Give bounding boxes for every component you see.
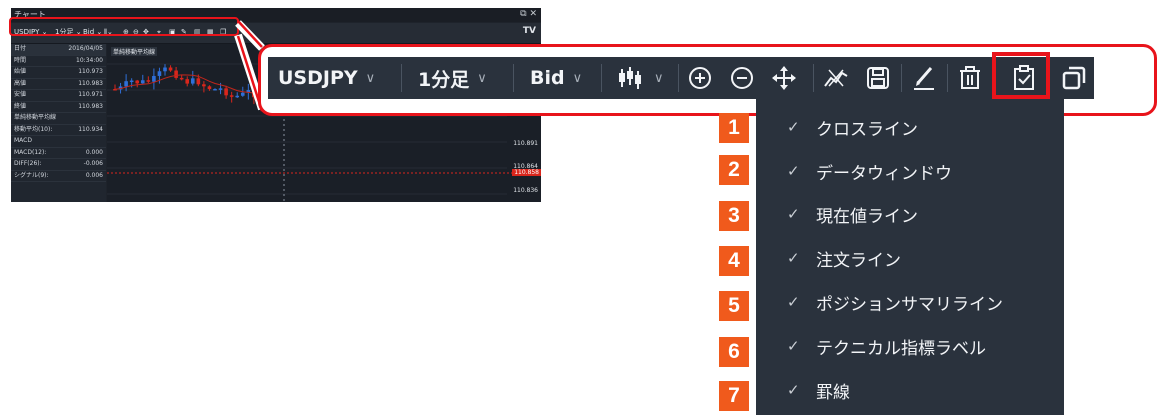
display-options-menu: ✓ クロスライン ✓ データウィンドウ ✓ 現在値ライン ✓ 注文ライン ✓ ポジションサマリライ… <box>756 99 1064 415</box>
number-badge: 5 <box>719 291 749 321</box>
menu-item[interactable]: ✓ 罫線 <box>756 368 1064 412</box>
checkmark-icon: ✓ <box>787 381 800 399</box>
candlestick-icon <box>619 67 641 89</box>
save-icon[interactable] <box>862 57 894 99</box>
number-badge: 2 <box>719 155 749 185</box>
menu-item[interactable]: ✓ データウィンドウ <box>756 149 1064 193</box>
chevron-down-icon: ∨ <box>572 70 583 86</box>
menu-item-label: ポジションサマリライン <box>816 294 1003 315</box>
pencil-icon[interactable] <box>908 57 940 99</box>
menu-item-label: 現在値ライン <box>816 206 918 227</box>
menu-item[interactable]: ✓ テクニカル指標ラベル <box>756 324 1064 368</box>
menu-item[interactable]: ✓ ポジションサマリライン <box>756 280 1064 324</box>
checkmark-icon: ✓ <box>787 249 800 267</box>
menu-item[interactable]: ✓ 注文ライン <box>756 236 1064 280</box>
zoom-in-icon[interactable] <box>684 57 716 99</box>
menu-item-label: 罫線 <box>816 382 850 403</box>
number-badge: 7 <box>719 381 749 411</box>
number-badge: 4 <box>719 246 749 276</box>
chevron-down-icon: ∨ <box>477 70 487 86</box>
number-badge: 3 <box>719 201 749 231</box>
menu-item-label: テクニカル指標ラベル <box>816 338 986 359</box>
timeframe-select[interactable]: 1分足 ∨ <box>418 57 487 99</box>
trash-icon[interactable] <box>954 57 986 99</box>
checkmark-icon: ✓ <box>787 118 800 136</box>
copy-icon[interactable] <box>1058 57 1090 99</box>
checkmark-icon: ✓ <box>787 293 800 311</box>
checkmark-icon: ✓ <box>787 162 800 180</box>
menu-item-label: 注文ライン <box>816 250 901 271</box>
number-badge: 1 <box>719 113 749 143</box>
menu-item-label: データウィンドウ <box>816 163 952 184</box>
symbol-select[interactable]: USDJPY ∨ <box>278 57 375 99</box>
chevron-down-icon: ∨ <box>365 70 376 86</box>
menu-item[interactable]: ✓ 現在値ライン <box>756 192 1064 236</box>
chart-toolbar: USDJPY ∨ 1分足 ∨ Bid ∨ ∨ <box>268 57 1094 99</box>
checkmark-icon: ✓ <box>787 337 800 355</box>
active-tool-highlight <box>992 52 1050 99</box>
menu-item[interactable]: ✓ クロスライン <box>756 105 1064 149</box>
number-badge: 6 <box>719 337 749 367</box>
crosshair-icon[interactable] <box>820 57 852 99</box>
move-icon[interactable] <box>768 57 800 99</box>
menu-item-label: クロスライン <box>816 119 918 140</box>
zoom-out-icon[interactable] <box>726 57 758 99</box>
price-type-select[interactable]: Bid ∨ <box>530 57 582 99</box>
chart-type-select[interactable]: ∨ <box>618 57 664 99</box>
chevron-down-icon: ∨ <box>654 70 664 86</box>
checkmark-icon: ✓ <box>787 205 800 223</box>
